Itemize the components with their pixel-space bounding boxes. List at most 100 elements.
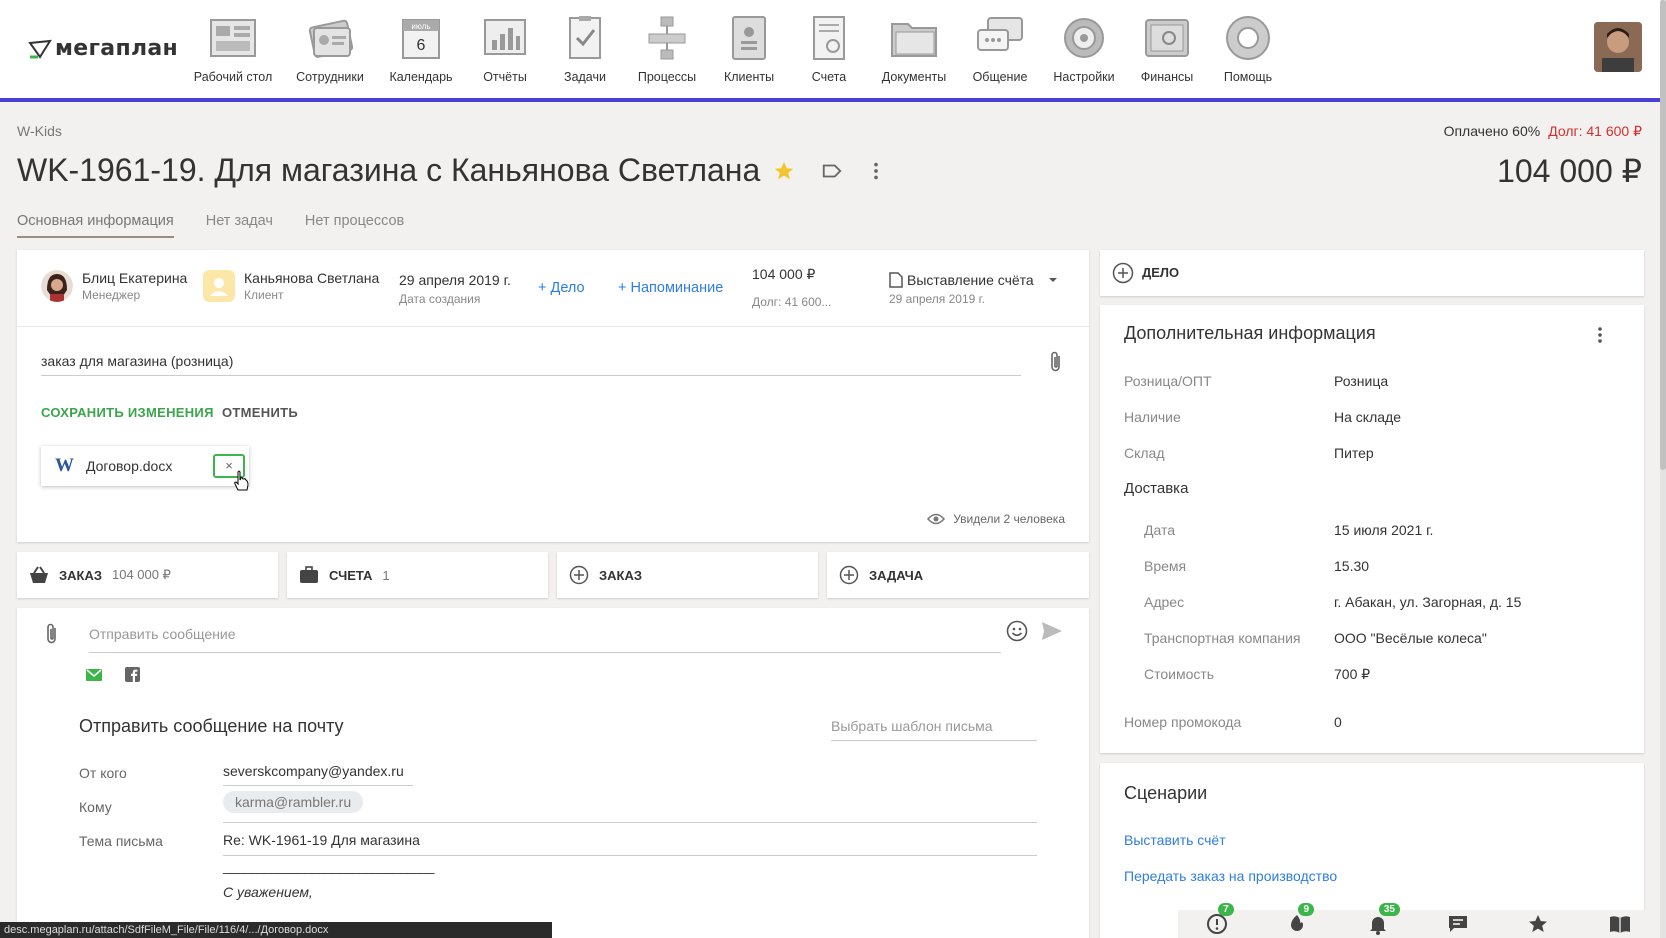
field-value: ООО "Весёлые колеса" [1334,630,1487,646]
field-value: 15 июля 2021 г. [1334,522,1434,538]
subject-input[interactable]: Re: WK-1961-19 Для магазина [223,832,420,848]
tab-processes[interactable]: Нет процессов [305,213,404,238]
client-name: Каньянова Светлана [244,270,380,286]
scenario-invoice-link[interactable]: Выставить счёт [1124,832,1226,848]
manager[interactable]: Блиц Екатерина Менеджер [41,270,187,302]
megaplan-logo[interactable]: мегаплан [28,36,178,61]
invoices-block[interactable]: СЧЕТА 1 [287,552,548,598]
field-label: Розница/ОПТ [1124,373,1212,389]
stage-selector[interactable]: Выставление счёта 29 апреля 2019 г. [889,272,1060,306]
more-vertical-icon[interactable] [1590,325,1610,345]
browser-status-url: desc.megaplan.ru/attach/SdfFileM_File/Fi… [0,922,552,938]
tab-main-info[interactable]: Основная информация [17,213,174,238]
add-case-link[interactable]: + Дело [538,280,585,296]
nav-desktop[interactable]: Рабочий стол [178,14,288,84]
send-icon[interactable] [1041,621,1063,641]
attached-file[interactable]: W Договор.docx × [41,446,249,491]
deal-amount: 104 000 ₽ [1497,153,1642,189]
eye-icon [927,513,946,525]
emoji-icon[interactable] [1006,620,1028,642]
add-reminder-link[interactable]: + Напоминание [618,280,723,296]
star-icon[interactable] [773,160,795,182]
order-block[interactable]: ЗАКАЗ 104 000 ₽ [17,552,278,598]
tab-tasks[interactable]: Нет задач [206,213,273,238]
page-title: WK-1961-19. Для магазина с Каньянова Све… [17,152,761,188]
description-input[interactable]: заказ для магазина (розница) [41,353,1021,376]
invoices-label: СЧЕТА [329,567,373,583]
scenario-production-link[interactable]: Передать заказ на производство [1124,868,1337,884]
star-icon [1529,915,1548,932]
created-date-value: 29 апреля 2019 г. [399,272,511,288]
template-select[interactable]: Выбрать шаблон письма [831,718,1037,741]
processes-icon [648,16,686,60]
add-order-button[interactable]: ЗАКАЗ [557,552,818,598]
client-avatar [203,270,235,302]
field-value: 700 ₽ [1334,666,1371,682]
add-case-block[interactable]: ДЕЛО [1100,250,1644,296]
scrollbar-thumb[interactable] [1660,0,1666,470]
field-value: Розница [1334,373,1389,389]
subject-label: Тема письма [79,833,163,849]
field-label: Дата [1144,522,1176,538]
field-label: Номер промокода [1124,714,1242,730]
add-task-button[interactable]: ЗАДАЧА [827,552,1089,598]
message-icon [1449,916,1468,932]
manager-name: Блиц Екатерина [82,270,188,286]
manager-avatar [41,270,73,302]
bell-icon [1369,917,1386,935]
hand-cursor-icon [234,470,249,491]
client[interactable]: Каньянова Светлана Клиент [203,270,379,302]
breadcrumb[interactable]: W-Kids [17,123,62,139]
field-label: Наличие [1124,409,1181,425]
bottom-toolbar: 7 9 35 [1178,903,1660,938]
save-changes-button[interactable]: СОХРАНИТЬ ИЗМЕНЕНИЯ [41,405,214,420]
from-select[interactable]: severskcompany@yandex.ru [223,763,413,786]
svg-text:июль: июль [411,22,430,31]
recipient-chip[interactable]: karma@rambler.ru [223,791,364,813]
notifications-badge: 35 [1378,903,1400,916]
to-label: Кому [79,799,112,815]
file-name: Договор.docx [86,458,173,474]
attach-icon[interactable] [1047,350,1065,374]
book-button[interactable] [1608,913,1632,935]
employees-icon [308,19,354,58]
help-icon [1226,16,1270,60]
to-field[interactable]: karma@rambler.ru [223,791,364,813]
stage-value: Выставление счёта [907,272,1034,288]
hot-button[interactable]: 9 [1286,903,1315,935]
add-case-label: ДЕЛО [1142,265,1180,280]
plus-circle-icon [1112,262,1134,284]
settings-icon [1064,18,1104,58]
chevron-down-icon [1048,278,1057,282]
logo-text: мегаплан [55,36,179,61]
messages-button[interactable] [1447,913,1471,935]
facebook-icon[interactable] [125,667,140,682]
plus-circle-icon [569,565,589,585]
tag-icon[interactable] [821,160,843,182]
finance-icon [1145,19,1189,57]
notifications-button[interactable]: 35 [1367,903,1400,935]
cancel-button[interactable]: ОТМЕНИТЬ [222,405,298,420]
field-value: 0 [1334,714,1342,730]
top-navigation: мегаплан Рабочий стол Сотрудники июль 6 К… [0,0,1660,102]
seen-by[interactable]: Увидели 2 человека [927,512,1065,526]
favorites-button[interactable] [1527,913,1551,935]
page-scrollbar[interactable] [1660,0,1666,938]
message-card: Отправить сообщение Отправить сообщение … [17,608,1089,938]
created-date: 29 апреля 2019 г. Дата создания [399,272,511,306]
field-label: Транспортная компания [1144,630,1301,646]
message-input[interactable]: Отправить сообщение [89,626,1001,653]
logo-icon [28,39,52,59]
book-icon [1609,916,1630,933]
nav-help[interactable]: Помощь [1193,14,1303,84]
more-vertical-icon[interactable] [865,160,887,182]
signature-line: _______________________________ [223,858,434,874]
reports-icon [484,19,526,55]
attach-icon[interactable] [43,622,61,646]
signature-text[interactable]: С уважением, [223,884,313,900]
basket-icon [30,566,48,583]
alerts-button[interactable]: 7 [1206,903,1234,935]
user-avatar[interactable] [1594,22,1642,72]
email-icon[interactable] [86,668,102,682]
clients-icon [732,16,766,60]
